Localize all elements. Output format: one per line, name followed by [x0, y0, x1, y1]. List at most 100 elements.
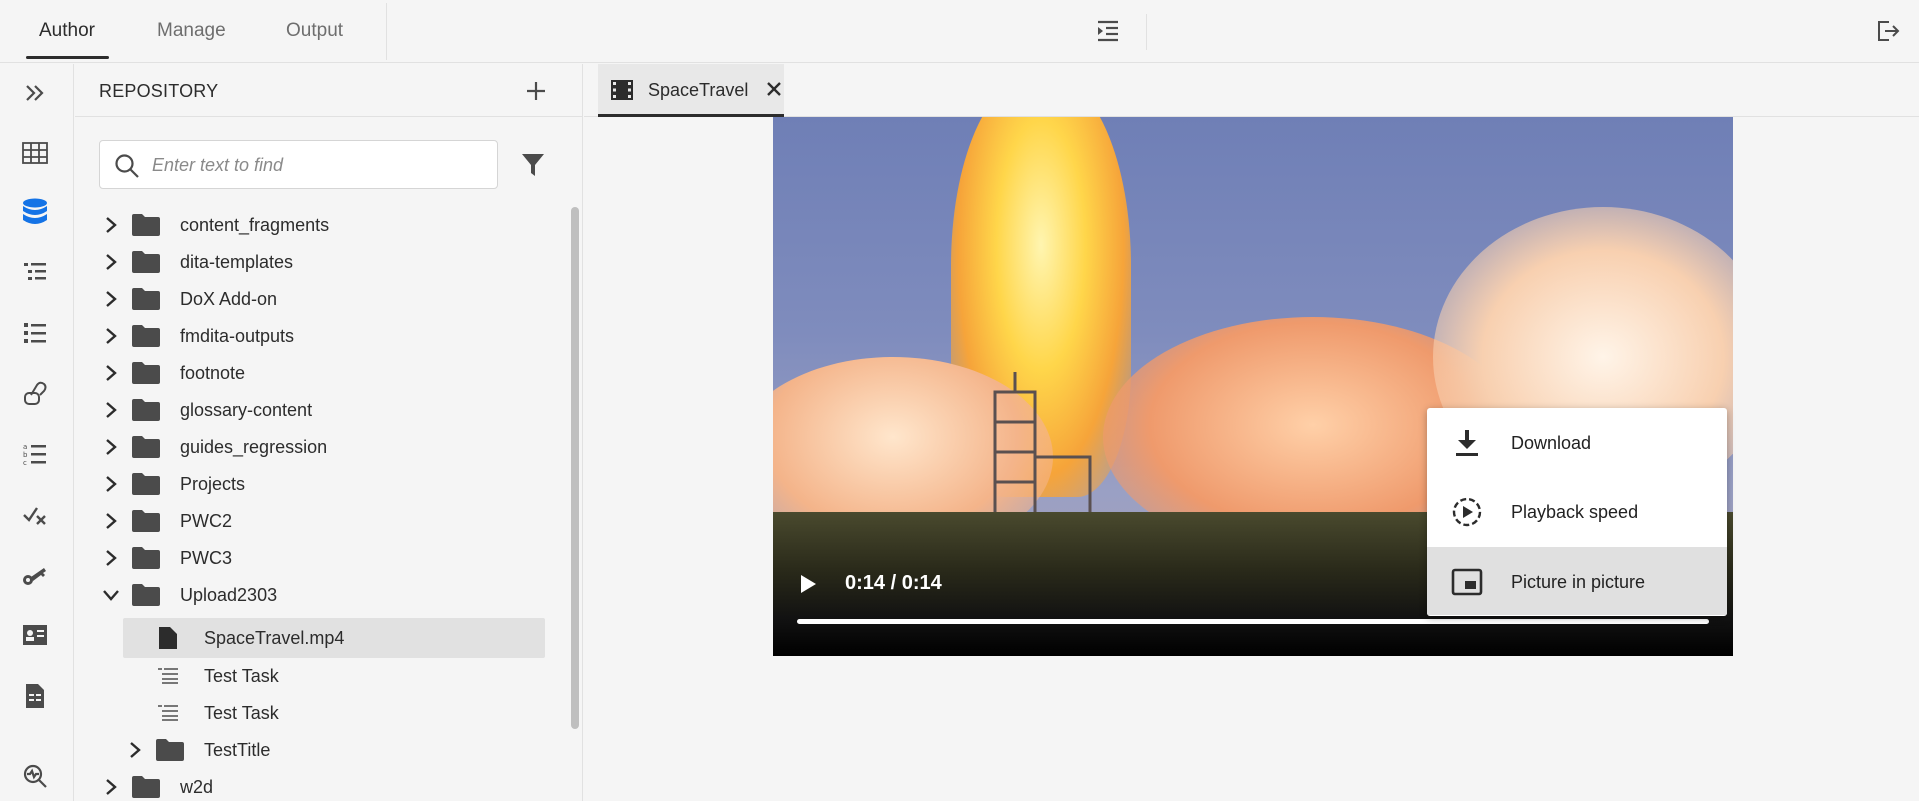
key-icon[interactable]: [20, 561, 50, 591]
chevron-right-icon[interactable]: [103, 254, 119, 270]
folder-icon: [156, 739, 184, 761]
tree-item-folder[interactable]: PWC3: [75, 540, 565, 577]
tree-item-label: content_fragments: [180, 215, 330, 235]
top-navigation-bar: Author Manage Output: [0, 0, 1919, 63]
tree-item-label: PWC2: [180, 511, 233, 531]
file-report-icon[interactable]: [20, 681, 50, 711]
folder-icon: [132, 547, 160, 569]
chevron-right-icon[interactable]: [103, 476, 119, 492]
tab-manage[interactable]: Manage: [157, 20, 226, 42]
chevron-right-icon[interactable]: [103, 365, 119, 381]
search-box: [99, 140, 498, 189]
progress-bar[interactable]: [797, 619, 1709, 624]
menu-item-playback-speed[interactable]: Playback speed: [1427, 477, 1727, 545]
close-icon[interactable]: [764, 79, 784, 99]
svg-text:a: a: [23, 443, 27, 451]
tab-spacetravel[interactable]: SpaceTravel: [598, 64, 784, 117]
tree-item-topic[interactable]: Test Task: [75, 658, 565, 695]
divider: [1146, 14, 1147, 50]
tree-item-label: guides_regression: [180, 437, 328, 457]
topic-icon: [158, 668, 178, 690]
folder-icon: [132, 288, 160, 310]
tree-item-folder[interactable]: fmdita-outputs: [75, 318, 565, 355]
left-icon-rail: abc: [0, 64, 74, 801]
menu-item-picture-in-picture[interactable]: Picture in picture: [1427, 547, 1727, 615]
menu-item-label: Download: [1511, 433, 1592, 453]
topic-icon: [158, 705, 178, 727]
tab-output[interactable]: Output: [286, 20, 343, 42]
tree-item-folder[interactable]: guides_regression: [75, 429, 565, 466]
expand-icon[interactable]: [20, 78, 50, 108]
play-icon[interactable]: [793, 569, 823, 599]
folder-icon: [132, 214, 160, 236]
tree-item-folder[interactable]: dita-templates: [75, 244, 565, 281]
tree-item-folder[interactable]: TestTitle: [75, 732, 565, 769]
tree-item-label: Test Task: [204, 703, 279, 723]
filter-icon[interactable]: [518, 150, 548, 180]
repository-header: REPOSITORY: [75, 64, 583, 117]
folder-icon: [132, 776, 160, 798]
chevron-right-icon[interactable]: [103, 550, 119, 566]
repository-panel: REPOSITORY content_fragments dita-templa…: [75, 64, 583, 801]
tree-item-topic[interactable]: Test Task: [75, 695, 565, 732]
chevron-right-icon[interactable]: [103, 513, 119, 529]
tree-item-folder[interactable]: content_fragments: [75, 207, 565, 244]
add-button[interactable]: [521, 76, 551, 106]
tree-item-folder[interactable]: Projects: [75, 466, 565, 503]
chevron-right-icon[interactable]: [103, 328, 119, 344]
tree-item-folder[interactable]: PWC2: [75, 503, 565, 540]
bulleted-list-icon[interactable]: [20, 318, 50, 348]
divider: [386, 3, 387, 60]
tree-item-label: DoX Add-on: [180, 289, 278, 309]
search-input[interactable]: [152, 151, 482, 179]
svg-text:b: b: [23, 451, 28, 459]
tree-item-label: TestTitle: [204, 740, 271, 760]
indent-icon[interactable]: [1093, 16, 1123, 46]
search-icon: [114, 153, 140, 184]
repository-tree: content_fragments dita-templates DoX Add…: [75, 207, 565, 801]
chevron-right-icon[interactable]: [103, 291, 119, 307]
chevron-right-icon[interactable]: [103, 402, 119, 418]
chevron-right-icon[interactable]: [103, 217, 119, 233]
search-magnify-icon[interactable]: [20, 761, 50, 791]
folder-icon: [132, 510, 160, 532]
menu-item-label: Picture in picture: [1511, 572, 1646, 592]
folder-icon: [132, 251, 160, 273]
numbered-list-icon[interactable]: abc: [20, 439, 50, 469]
exit-icon[interactable]: [1873, 16, 1903, 46]
links-icon[interactable]: [20, 379, 50, 409]
database-icon[interactable]: [20, 197, 50, 227]
tree-item-label: fmdita-outputs: [180, 326, 295, 346]
time-display: 0:14 / 0:14: [845, 572, 942, 594]
chevron-right-icon[interactable]: [127, 742, 143, 758]
tree-item-folder[interactable]: footnote: [75, 355, 565, 392]
chevron-right-icon[interactable]: [103, 779, 119, 795]
svg-text:c: c: [23, 459, 27, 466]
tree-item-label: PWC3: [180, 548, 233, 568]
tree-item-label: Upload2303: [180, 585, 278, 605]
launch-tower: [985, 372, 1095, 522]
tree-item-folder[interactable]: w2d: [75, 769, 565, 801]
outline-list-icon[interactable]: [20, 258, 50, 288]
tree-item-folder[interactable]: Upload2303: [75, 577, 565, 614]
tree-item-label: dita-templates: [180, 252, 294, 272]
tab-label: SpaceTravel: [648, 80, 749, 100]
tree-item-file[interactable]: SpaceTravel.mp4: [75, 618, 565, 658]
grid-icon[interactable]: [20, 138, 50, 168]
tab-author[interactable]: Author: [39, 20, 95, 42]
film-icon: [610, 79, 634, 106]
review-check-icon[interactable]: [20, 500, 50, 530]
chevron-down-icon[interactable]: [103, 587, 119, 603]
tree-item-label: SpaceTravel.mp4: [204, 628, 345, 648]
id-card-icon[interactable]: [20, 620, 50, 650]
tree-scrollbar[interactable]: [571, 207, 579, 729]
menu-item-download[interactable]: Download: [1427, 408, 1727, 476]
picture-in-picture-icon: [1451, 566, 1483, 598]
tree-item-folder[interactable]: DoX Add-on: [75, 281, 565, 318]
folder-icon: [132, 399, 160, 421]
chevron-right-icon[interactable]: [103, 439, 119, 455]
panel-title: REPOSITORY: [99, 81, 219, 101]
tree-item-label: w2d: [180, 777, 214, 797]
tree-item-label: footnote: [180, 363, 246, 383]
tree-item-folder[interactable]: glossary-content: [75, 392, 565, 429]
